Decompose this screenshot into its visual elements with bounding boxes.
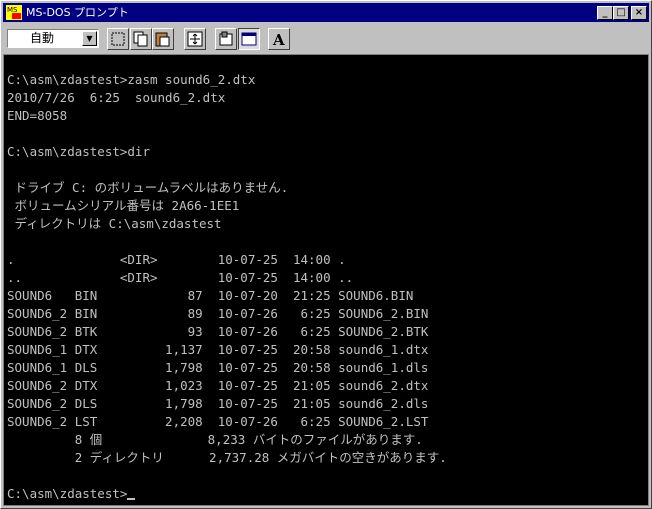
console-output: C:\asm\zdastest>zasm sound6_2.dtx 2010/7/… [7, 71, 447, 503]
console-line: SOUND6_2 DTX 1,023 10-07-25 21:05 sound6… [7, 378, 429, 393]
font-size-select[interactable]: 自動 ▼ [7, 29, 99, 48]
console-line: ボリュームシリアル番号は 2A66-1EE1 [7, 198, 240, 213]
console-line: C:\asm\zdastest>zasm sound6_2.dtx [7, 72, 256, 87]
console-line: SOUND6 BIN 87 10-07-20 21:25 SOUND6.BIN [7, 288, 414, 303]
window-title: MS-DOS プロンプト [26, 6, 129, 19]
text-cursor [127, 498, 136, 500]
title-bar[interactable]: MS MS-DOS プロンプト _ □ × [3, 3, 649, 22]
console-line: 2 ディレクトリ 2,737.28 メガバイトの空きがあります. [7, 450, 447, 465]
background-icon[interactable] [238, 28, 260, 50]
console-line: ドライブ C: のボリュームラベルはありません. [7, 180, 289, 195]
console-line: 2010/7/26 6:25 sound6_2.dtx [7, 90, 226, 105]
msdos-window: MS MS-DOS プロンプト _ □ × 自動 ▼ A C:\asm\zdas… [0, 0, 652, 509]
console-line: .. <DIR> 10-07-25 14:00 .. [7, 270, 354, 285]
fullscreen-icon[interactable] [184, 28, 206, 50]
maximize-button[interactable]: □ [613, 6, 629, 20]
console-screen[interactable]: C:\asm\zdastest>zasm sound6_2.dtx 2010/7/… [3, 54, 649, 506]
console-line: C:\asm\zdastest>dir [7, 144, 150, 159]
console-line: SOUND6_1 DTX 1,137 10-07-25 20:58 sound6… [7, 342, 429, 357]
ms-dos-app-icon[interactable]: MS [6, 5, 22, 20]
console-line: SOUND6_1 DLS 1,798 10-07-25 20:58 sound6… [7, 360, 429, 375]
close-button[interactable]: × [631, 6, 647, 20]
mark-icon[interactable] [107, 28, 129, 50]
console-line: SOUND6_2 LST 2,208 10-07-26 6:25 SOUND6_… [7, 414, 429, 429]
font-icon[interactable]: A [268, 28, 290, 50]
console-line: C:\asm\zdastest> [7, 485, 447, 503]
copy-icon[interactable] [130, 28, 152, 50]
console-line: END=8058 [7, 108, 68, 123]
console-line: SOUND6_2 BTK 93 10-07-26 6:25 SOUND6_2.B… [7, 324, 429, 339]
minimize-button[interactable]: _ [597, 6, 613, 20]
svg-text:A: A [272, 31, 285, 47]
console-line: SOUND6_2 DLS 1,798 10-07-25 21:05 sound6… [7, 396, 429, 411]
toolbar: 自動 ▼ A [3, 23, 649, 53]
chevron-down-icon[interactable]: ▼ [82, 31, 97, 46]
properties-icon[interactable] [215, 28, 237, 50]
font-size-value: 自動 [30, 31, 55, 45]
paste-icon[interactable] [152, 28, 174, 50]
console-line: SOUND6_2 BIN 89 10-07-26 6:25 SOUND6_2.B… [7, 306, 429, 321]
console-line: ディレクトリは C:\asm\zdastest [7, 216, 222, 231]
svg-text:MS: MS [7, 6, 18, 14]
console-line: . <DIR> 10-07-25 14:00 . [7, 252, 346, 267]
console-line: 8 個 8,233 バイトのファイルがあります. [7, 432, 423, 447]
